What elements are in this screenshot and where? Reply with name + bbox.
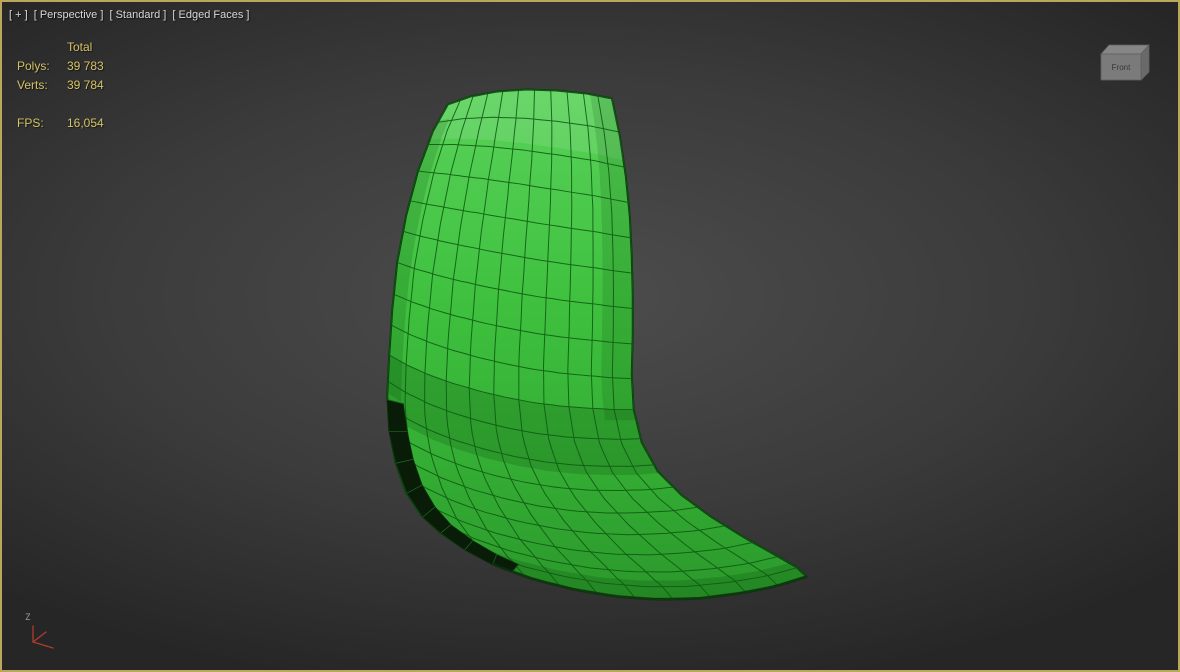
stats-row-verts: Verts: 39 784 — [17, 76, 104, 95]
viewport-menu-shading[interactable]: [ Edged Faces ] — [172, 9, 249, 21]
polys-value: 39 783 — [67, 59, 104, 73]
verts-value: 39 784 — [67, 78, 104, 92]
viewport-menu-general[interactable]: [ + ] — [9, 9, 28, 21]
stats-row-fps: FPS: 16,054 — [17, 114, 104, 133]
fps-value: 16,054 — [67, 116, 104, 130]
axis-x-line — [32, 641, 54, 649]
axis-tripod: Z — [22, 609, 66, 658]
axis-y-line — [32, 631, 47, 643]
axis-z-label: Z — [25, 613, 31, 623]
chair-mesh[interactable] — [386, 88, 808, 601]
stats-total-header: Total — [67, 40, 93, 54]
stats-header-row: Total — [17, 38, 104, 57]
viewcube[interactable]: Front — [1088, 34, 1154, 89]
fps-label: FPS: — [17, 116, 44, 130]
stats-row-polys: Polys: 39 783 — [17, 57, 104, 76]
viewcube-front-label: Front — [1112, 63, 1131, 72]
polys-label: Polys: — [17, 59, 50, 73]
verts-label: Verts: — [17, 78, 48, 92]
viewport-3d[interactable]: [ + ] [ Perspective ] [ Standard ] [ Edg… — [0, 0, 1180, 672]
viewport-menu-pov[interactable]: [ Perspective ] — [34, 9, 104, 21]
chair-seat-model[interactable] — [2, 2, 1178, 670]
statistics-overlay: Total Polys: 39 783 Verts: 39 784 FPS: 16,0… — [17, 38, 104, 133]
viewport-label-bar: [ + ] [ Perspective ] [ Standard ] [ Edg… — [9, 9, 252, 21]
viewport-menu-render-preset[interactable]: [ Standard ] — [109, 9, 166, 21]
